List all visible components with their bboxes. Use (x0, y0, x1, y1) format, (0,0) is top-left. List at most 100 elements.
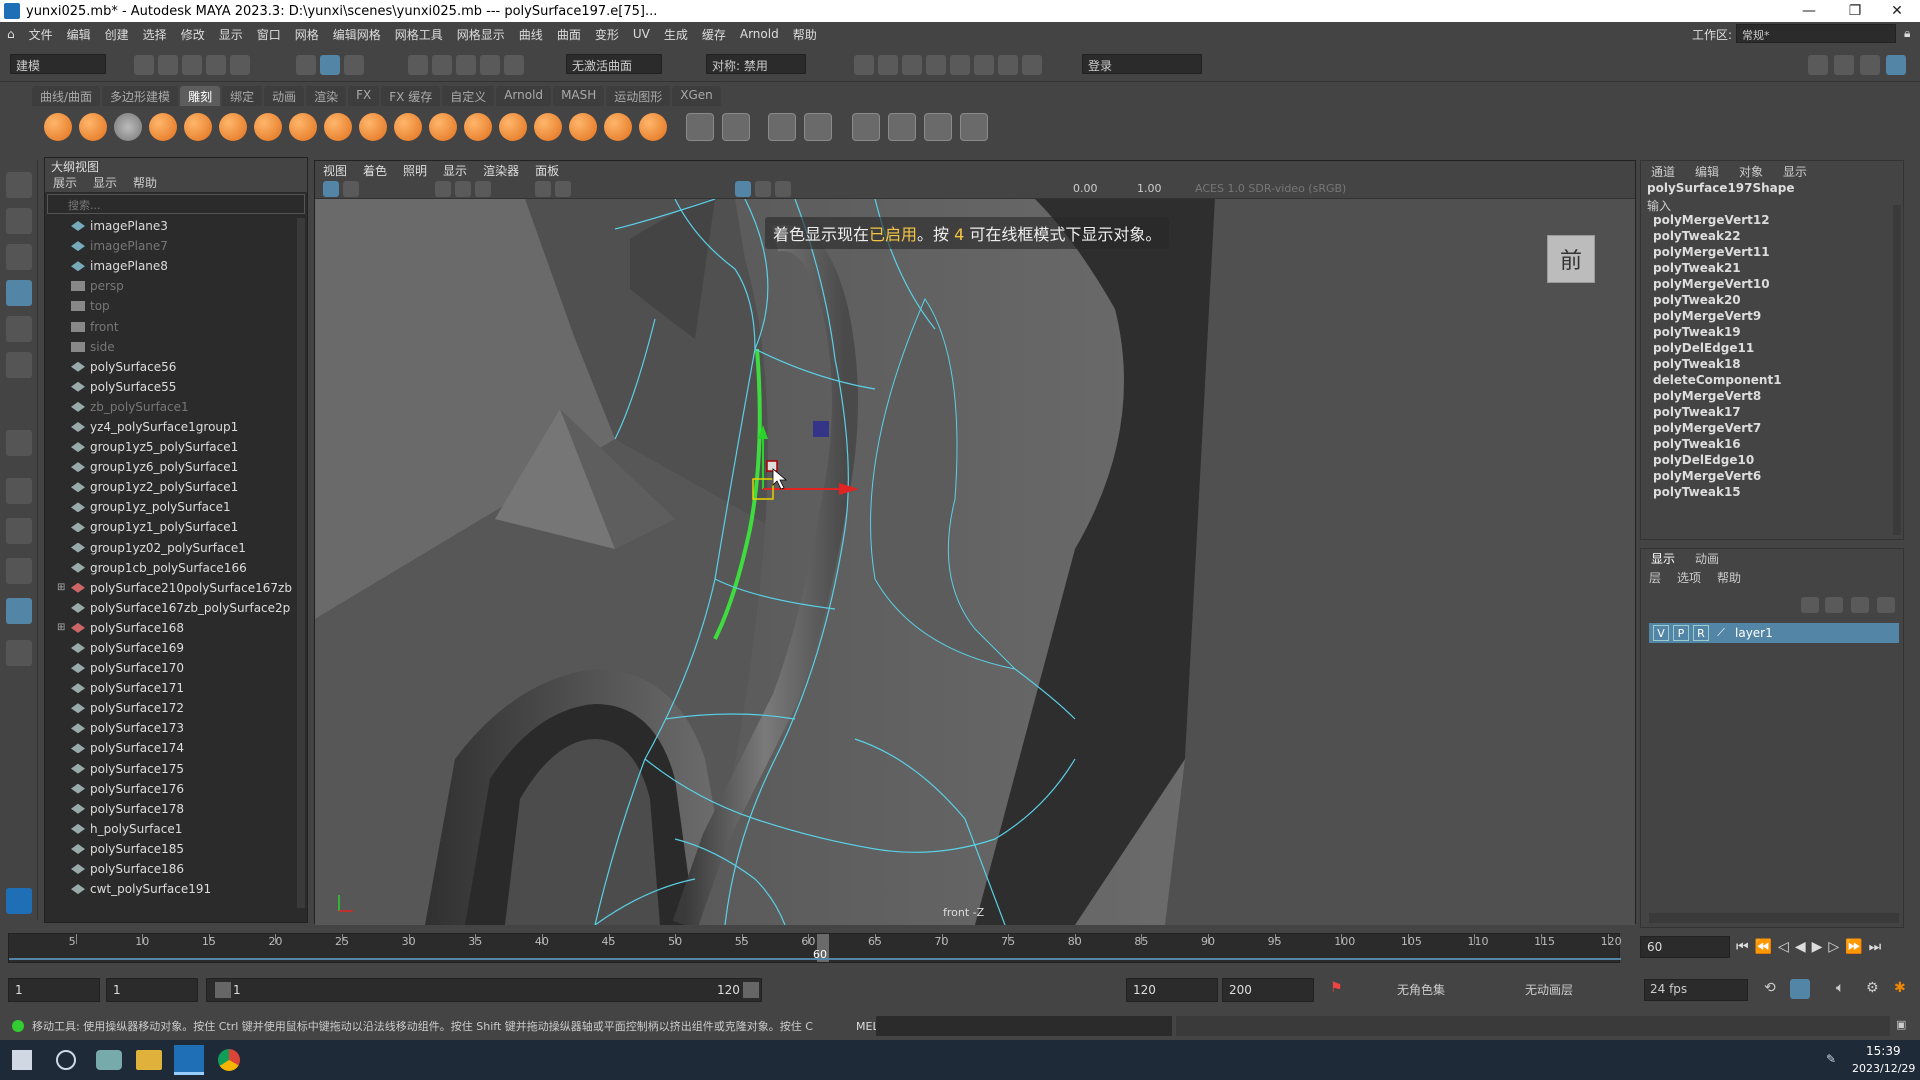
lights-icon[interactable] (775, 181, 791, 197)
view-cube[interactable]: 前 (1547, 235, 1595, 283)
camera-attributes-icon[interactable] (343, 181, 359, 197)
outliner-item[interactable]: front (45, 316, 307, 336)
smear-tool-icon[interactable] (534, 113, 562, 141)
stamp-icon[interactable] (888, 113, 916, 141)
select-component-icon[interactable] (344, 55, 364, 75)
menu-surfaces[interactable]: 曲面 (550, 26, 588, 43)
shelf-tab-mash[interactable]: MASH (553, 86, 605, 106)
input-node[interactable]: polyMergeVert12 (1641, 213, 1903, 229)
menu-create[interactable]: 创建 (98, 26, 136, 43)
range-start-handle[interactable] (215, 982, 231, 998)
snap-point-icon[interactable] (456, 55, 476, 75)
vp-menu-view[interactable]: 视图 (315, 161, 355, 179)
select-hierarchy-icon[interactable] (296, 55, 316, 75)
menu-cache[interactable]: 缓存 (695, 26, 733, 43)
snap-grid-icon[interactable] (408, 55, 428, 75)
outliner-item[interactable]: h_polySurface1 (45, 819, 307, 839)
undo-icon[interactable] (206, 55, 226, 75)
vp-menu-renderer[interactable]: 渲染器 (475, 161, 527, 179)
channel-menu-object[interactable]: 对象 (1729, 161, 1773, 181)
outliner-item[interactable]: polySurface185 (45, 839, 307, 859)
outliner-item[interactable]: zb_polySurface1 (45, 397, 307, 417)
new-layer-selected-icon[interactable] (1877, 597, 1895, 613)
open-scene-icon[interactable] (158, 55, 178, 75)
outliner-item[interactable]: ⊞ polySurface168 (45, 618, 307, 638)
select-object-icon[interactable] (320, 55, 340, 75)
wax-tool-icon[interactable] (394, 113, 422, 141)
menu-edit-mesh[interactable]: 编辑网格 (326, 26, 388, 43)
shelf-tab-curves-surfaces[interactable]: 曲线/曲面 (32, 86, 101, 106)
cache-playback-icon[interactable] (1790, 979, 1810, 999)
input-node[interactable]: polyDelEdge10 (1641, 453, 1903, 469)
scale-tool-icon[interactable] (6, 352, 32, 378)
menu-generate[interactable]: 生成 (657, 26, 695, 43)
imprint-tool-icon[interactable] (359, 113, 387, 141)
time-slider-track[interactable]: 5 10 15 20 25 30 35 40 45 50 55 60 65 70 75 80 85 90 95 100… (8, 933, 1622, 963)
script-editor-icon[interactable]: ▣ (1896, 1018, 1906, 1031)
colorspace-dropdown[interactable]: ACES 1.0 SDR-video (sRGB) (1195, 182, 1346, 195)
blend-shape-icon[interactable] (768, 113, 796, 141)
single-view-icon[interactable] (6, 478, 32, 504)
anim-layer-dropdown[interactable]: 无动画层 (1520, 979, 1640, 1001)
shelf-tab-fx[interactable]: FX (348, 86, 380, 106)
outliner-item[interactable]: group1yz1_polySurface1 (45, 517, 307, 537)
layer-color-icon[interactable]: ⟋ (1713, 625, 1729, 641)
outliner-item[interactable]: polySurface178 (45, 799, 307, 819)
search-icon[interactable] (6, 640, 32, 666)
vp-menu-shading[interactable]: 着色 (355, 161, 395, 179)
near-clip-value[interactable]: 0.00 (1073, 182, 1098, 195)
menu-windows[interactable]: 窗口 (250, 26, 288, 43)
shelf-tab-sculpting[interactable]: 雕刻 (180, 86, 221, 106)
menu-mesh[interactable]: 网格 (288, 26, 326, 43)
restore-button[interactable]: ❐ (1832, 0, 1878, 22)
file-explorer-icon[interactable] (136, 1050, 162, 1070)
menu-uv[interactable]: UV (626, 27, 657, 41)
animation-start-field[interactable]: 1 (8, 978, 100, 1002)
vp-menu-lighting[interactable]: 照明 (395, 161, 435, 179)
render-settings-icon[interactable] (926, 55, 946, 75)
menu-select[interactable]: 选择 (136, 26, 174, 43)
snap-live-icon[interactable] (504, 55, 524, 75)
shelf-tab-fx-caching[interactable]: FX 缓存 (381, 86, 441, 106)
input-node[interactable]: polyTweak22 (1641, 229, 1903, 245)
new-layer-icon[interactable] (1851, 597, 1869, 613)
wireframe-on-shaded-icon[interactable] (475, 181, 491, 197)
loop-icon[interactable]: ⟲ (1764, 980, 1776, 996)
new-scene-icon[interactable] (134, 55, 154, 75)
outliner-item[interactable]: polySurface174 (45, 738, 307, 758)
attribute-editor-icon[interactable] (1834, 55, 1854, 75)
expand-icon[interactable]: ⊞ (57, 582, 65, 593)
vp-menu-show[interactable]: 显示 (435, 161, 475, 179)
arnold-ipr-icon[interactable] (998, 55, 1018, 75)
save-scene-icon[interactable] (182, 55, 202, 75)
outliner-item[interactable]: polySurface56 (45, 357, 307, 377)
film-gate-icon[interactable] (555, 181, 571, 197)
pinch-tool-icon[interactable] (184, 113, 212, 141)
outliner-item[interactable]: polySurface173 (45, 718, 307, 738)
input-node[interactable]: polyTweak16 (1641, 437, 1903, 453)
move-tool-icon[interactable] (6, 280, 32, 306)
wireframe-icon[interactable] (435, 181, 451, 197)
step-forward-frame-icon[interactable]: ▷ (1828, 939, 1839, 955)
render-view-icon[interactable] (854, 55, 874, 75)
shelf-tab-motion-graphics[interactable]: 运动图形 (606, 86, 671, 106)
input-node[interactable]: polyMergeVert11 (1641, 245, 1903, 261)
play-forward-icon[interactable]: ▶ (1812, 939, 1823, 955)
input-node[interactable]: polyTweak21 (1641, 261, 1903, 277)
erase-icon[interactable] (960, 113, 988, 141)
viewport-canvas[interactable]: 着色显示现在已启用。按 4 可在线框模式下显示对象。 前 front -Z (315, 199, 1635, 925)
shape-node-name[interactable]: polySurface197Shape (1641, 181, 1903, 197)
menu-display[interactable]: 显示 (212, 26, 250, 43)
outliner-item[interactable]: imagePlane3 (45, 216, 307, 236)
animation-prefs-icon[interactable]: ⚙ (1866, 980, 1879, 996)
hypershade-icon[interactable] (950, 55, 970, 75)
outliner-scrollbar[interactable] (297, 218, 305, 908)
layer-reference-toggle[interactable]: R (1693, 625, 1709, 641)
outliner-item[interactable]: ⊞ polySurface210polySurface167zb (45, 578, 307, 598)
tool-settings-icon[interactable] (1860, 55, 1880, 75)
shelf-tab-custom[interactable]: 自定义 (442, 86, 495, 106)
login-button[interactable]: 登录 (1082, 54, 1202, 74)
grab-tool-icon[interactable] (149, 113, 177, 141)
channel-menu-channels[interactable]: 通道 (1641, 161, 1685, 181)
symmetry-dropdown[interactable]: 对称: 禁用 (706, 54, 806, 74)
